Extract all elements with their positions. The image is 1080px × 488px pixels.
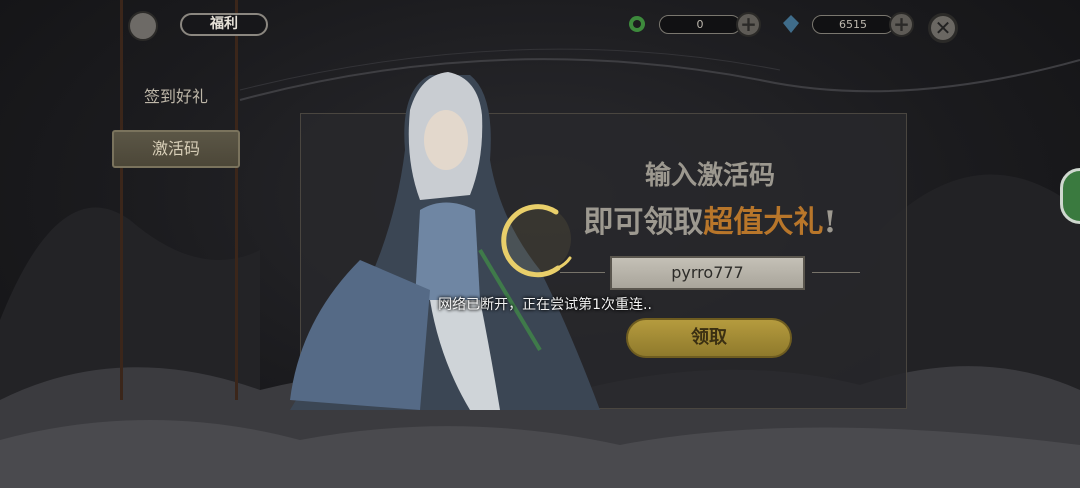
panel-heading: 输入激活码 bbox=[644, 161, 775, 191]
chat-bubble-icon[interactable] bbox=[1060, 168, 1080, 224]
right-divider bbox=[812, 272, 860, 273]
network-reconnect-toast: 网络已断开，正在尝试第1次重连.. bbox=[438, 297, 652, 313]
game-screen: 签到好礼 激活码 福利 0 + 6515 + ✕ 输入激活码 即可领取超值大礼!… bbox=[0, 0, 1080, 488]
claim-button[interactable]: 领取 bbox=[626, 318, 792, 358]
subtitle-suffix: ! bbox=[823, 205, 837, 240]
loading-spinner-icon bbox=[501, 204, 572, 278]
subtitle-highlight: 超值大礼 bbox=[703, 205, 824, 240]
subtitle-prefix: 即可领取 bbox=[583, 205, 704, 240]
panel-subtitle: 即可领取超值大礼! bbox=[560, 197, 860, 241]
activation-code-input[interactable]: pyrro777 bbox=[610, 256, 805, 290]
